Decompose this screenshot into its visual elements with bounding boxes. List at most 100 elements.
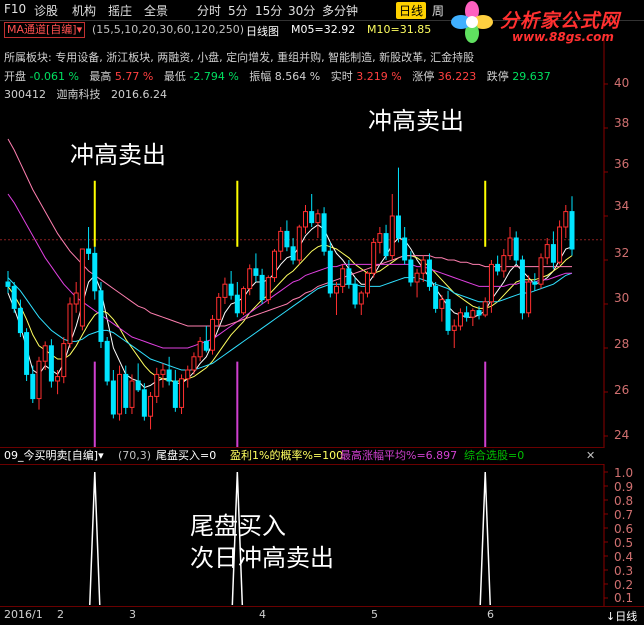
tab-daily[interactable]: 日线 [396, 2, 427, 19]
menu-panorama[interactable]: 全景 [144, 2, 168, 19]
candle-body [185, 369, 191, 380]
candle-body [414, 272, 420, 283]
candle-body [476, 310, 482, 316]
candle-body [191, 356, 197, 371]
ma05-value: M05=32.92 [291, 23, 356, 36]
candle-body [346, 268, 352, 285]
y-tick-24: 24 [614, 428, 630, 442]
main-indicator-selector[interactable]: MA通道[自编]▾ [4, 22, 86, 38]
dropdown-icon: ▾ [76, 23, 83, 36]
sub-formula-max-gain: 最高涨幅平均%=6.897 [340, 449, 458, 462]
candle-body [241, 288, 247, 314]
candle-body [129, 380, 135, 408]
sub-y-tick-0-7: 0.7 [614, 508, 634, 522]
candle-body [389, 215, 395, 257]
sub-y-tick-0-4: 0.4 [614, 550, 634, 564]
candle-body [383, 233, 389, 257]
tab-15min[interactable]: 15分 [255, 2, 282, 19]
candle-body [470, 310, 476, 318]
signal-spikes [89, 471, 491, 606]
sub-y-tick-0-2: 0.2 [614, 578, 634, 592]
sub-formula-buy: 尾盘买入=0 [156, 449, 217, 462]
candle-body [104, 340, 110, 382]
sub-indicator-name: 09_今买明卖[自编] [4, 449, 99, 462]
candle-body [79, 248, 85, 327]
candle-body [464, 312, 470, 318]
candle-body [179, 378, 185, 408]
candle-body [513, 237, 519, 261]
annotation-buy: 尾盘买入 [190, 512, 286, 540]
tab-30min[interactable]: 30分 [288, 2, 315, 19]
candle-body [333, 285, 339, 294]
candle-body [234, 294, 240, 314]
main-indicator-name: MA通道[自编] [7, 23, 77, 36]
candle-body [265, 277, 271, 301]
candle-body [340, 268, 346, 287]
chart-type-label: 日线图 [246, 25, 279, 38]
candle-body [420, 259, 426, 274]
candle-body [86, 248, 92, 254]
x-tick-mar: 3 [129, 608, 136, 621]
candle-body [203, 340, 209, 351]
candle-body [24, 332, 30, 375]
menu-institution[interactable]: 机构 [72, 2, 96, 19]
ma10-value: M10=31.85 [367, 23, 432, 36]
candle-body [73, 292, 79, 305]
candle-body [550, 244, 556, 263]
y-tick-26: 26 [614, 383, 630, 397]
x-tick-jun: 6 [487, 608, 494, 621]
sub-indicator-selector[interactable]: 09_今买明卖[自编]▾ [4, 448, 104, 464]
annotation-sell-1: 冲高卖出 [70, 141, 166, 169]
annotation-next-day-sell: 次日冲高卖出 [190, 544, 334, 572]
candle-body [557, 226, 563, 263]
candle-body [17, 307, 23, 334]
y-tick-30: 30 [614, 291, 630, 305]
candle-body [371, 241, 377, 274]
candle-body [247, 268, 253, 290]
tab-intraday[interactable]: 分时 [197, 2, 221, 19]
candle-body [48, 345, 54, 382]
x-tick-jan: 2016/1 [4, 608, 43, 621]
candle-body [321, 213, 327, 252]
annotation-sell-2: 冲高卖出 [368, 107, 464, 135]
signal-chart[interactable] [0, 464, 610, 607]
candle-body [327, 250, 333, 294]
signal-markers [93, 180, 487, 448]
candle-body [526, 281, 532, 314]
candle-body [284, 230, 290, 248]
candle-body [532, 281, 538, 285]
candle-body [426, 259, 432, 287]
sub-formula-profit: 盈利1%的概率%=100 [230, 449, 344, 462]
candle-body [408, 259, 414, 283]
tab-multi-min[interactable]: 多分钟 [322, 2, 358, 19]
candle-body [507, 237, 513, 257]
candle-body [67, 303, 73, 345]
period-switch-daily[interactable]: ↓日线 [606, 608, 637, 624]
x-tick-may: 5 [371, 608, 378, 621]
menu-yaozhuang[interactable]: 摇庄 [108, 2, 132, 19]
signal-spike [89, 471, 101, 606]
candle-body [110, 380, 116, 415]
menu-diagnose[interactable]: 诊股 [34, 2, 58, 19]
menu-f10[interactable]: F10 [4, 2, 26, 16]
candle-body [302, 211, 308, 228]
close-icon[interactable]: ✕ [586, 448, 595, 464]
candle-body [315, 213, 321, 224]
candlestick-chart[interactable] [0, 40, 610, 448]
sub-indicator-params: (70,3) [118, 449, 152, 462]
candle-body [309, 211, 315, 224]
tab-weekly[interactable]: 周 [432, 2, 444, 19]
candle-body [352, 283, 358, 305]
candle-body [154, 373, 160, 397]
candle-body [439, 299, 445, 309]
candle-body [544, 244, 550, 259]
sub-formula-select: 综合选股=0 [464, 449, 525, 462]
y-tick-28: 28 [614, 337, 630, 351]
tab-5min[interactable]: 5分 [228, 2, 248, 19]
sub-indicator-header: 09_今买明卖[自编]▾ (70,3) 尾盘买入=0 盈利1%的概率%=100 … [0, 447, 604, 465]
y-tick-40: 40 [614, 76, 630, 90]
sub-chart-grid [603, 464, 608, 607]
candle-body [5, 281, 11, 287]
candle-body [278, 230, 284, 252]
candle-body [364, 272, 370, 294]
